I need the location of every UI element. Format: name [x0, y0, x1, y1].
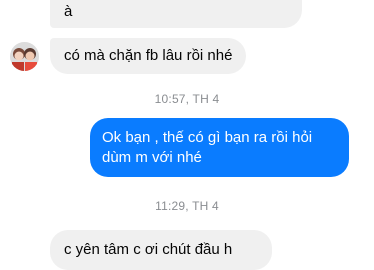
incoming-message[interactable]: có mà chặn fb lâu rồi nhé	[50, 38, 247, 74]
timestamp: 10:57, TH 4	[154, 92, 220, 106]
message-text: c yên tâm c ơi chút đầu h	[64, 241, 233, 258]
message-text: Ok bạn , thế có gì bạn ra rồi hỏi dùm m …	[102, 129, 313, 166]
timestamp: 11:29, TH 4	[155, 199, 219, 213]
contact-avatar-icon[interactable]	[10, 42, 39, 71]
incoming-message[interactable]: c yên tâm c ơi chút đầu h	[50, 230, 272, 270]
message-text: có mà chặn fb lâu rồi nhé	[64, 47, 233, 64]
outgoing-message[interactable]: Ok bạn , thế có gì bạn ra rồi hỏi dùm m …	[90, 118, 349, 177]
incoming-message[interactable]: à	[50, 0, 302, 28]
message-text: à	[64, 3, 73, 20]
